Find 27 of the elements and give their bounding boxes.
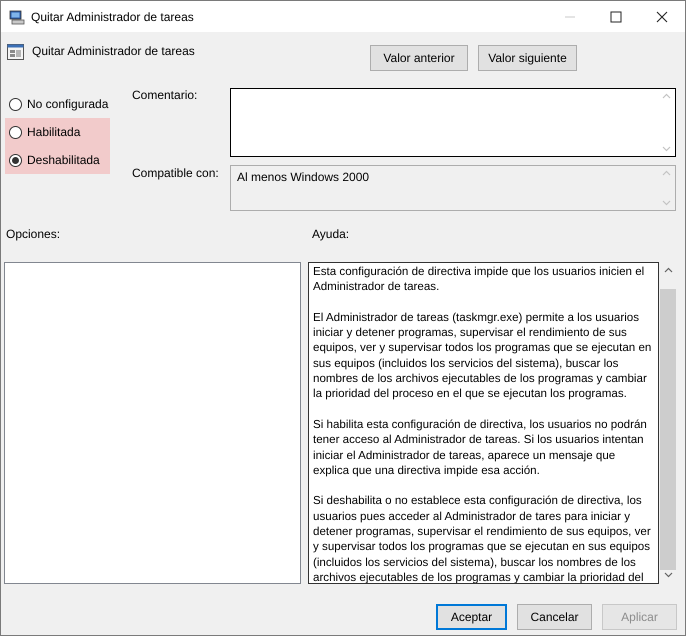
settings-window-icon (7, 44, 24, 60)
radio-button[interactable] (9, 98, 22, 110)
computer-icon (9, 8, 25, 24)
help-paragraph: Si deshabilita o no establece esta configuración de directiva, los usuarios pues acceder al Administrador de tares para iniciar y detener programas, supervisar el rendimiento de sus equipos, ver y supervisar todos los programas que se ejecutan en sus equipos (incluidos los servicios del sistema), buscar los nombres de los archivos ejecutables de los programas y cambiar la prioridad del (313, 493, 652, 583)
window-title: Quitar Administrador de tareas (31, 10, 195, 24)
dialog-button[interactable]: Aceptar (436, 604, 507, 630)
scroll-down-icon[interactable] (664, 572, 672, 578)
next-setting-button[interactable]: Valor siguiente (478, 45, 577, 71)
help-paragraph: El Administrador de tareas (taskmgr.exe) permite a los usuarios iniciar y detener programas, supervisar el rendimiento de sus equipos, ver y supervisar todos los programas que se ejecutan en sus equipos (incluidos los servicios del sistema), buscar los nombres de los archivos ejecutables de los programas y cambiar la prioridad del proceso en el que se ejecutan los programas. (313, 310, 652, 402)
scroll-up-icon[interactable] (664, 267, 672, 273)
options-label: Opciones: (6, 227, 62, 243)
field-value: Al menos Windows 2000 (237, 170, 370, 184)
radio-option[interactable]: No configurada (5, 90, 110, 118)
field-label: Comentario: (132, 88, 198, 104)
maximize-icon[interactable] (610, 10, 622, 22)
radio-option[interactable]: Habilitada (5, 118, 110, 146)
help-paragraph: Si habilita esta configuración de directiva, los usuarios no podrán tener acceso al Administrador de tareas. Si los usuarios intentan iniciar el Administrador de tareas, aparece un mensaje que explica que una directiva impide esa acción. (313, 416, 648, 478)
help-label: Ayuda: (312, 227, 350, 243)
radio-button[interactable] (9, 126, 22, 138)
field-label: Compatible con: (132, 166, 220, 180)
radio-button[interactable] (9, 154, 22, 166)
previous-setting-button[interactable]: Valor anterior (370, 45, 468, 71)
dialog-button[interactable]: Cancelar (517, 604, 592, 630)
policy-name: Quitar Administrador de tareas (32, 44, 196, 58)
close-icon[interactable] (656, 10, 668, 22)
help-paragraph: Esta configuración de directiva impide que los usuarios inicien el Administrador de tareas. (313, 264, 646, 295)
radio-option[interactable]: Deshabilitada (5, 146, 110, 174)
